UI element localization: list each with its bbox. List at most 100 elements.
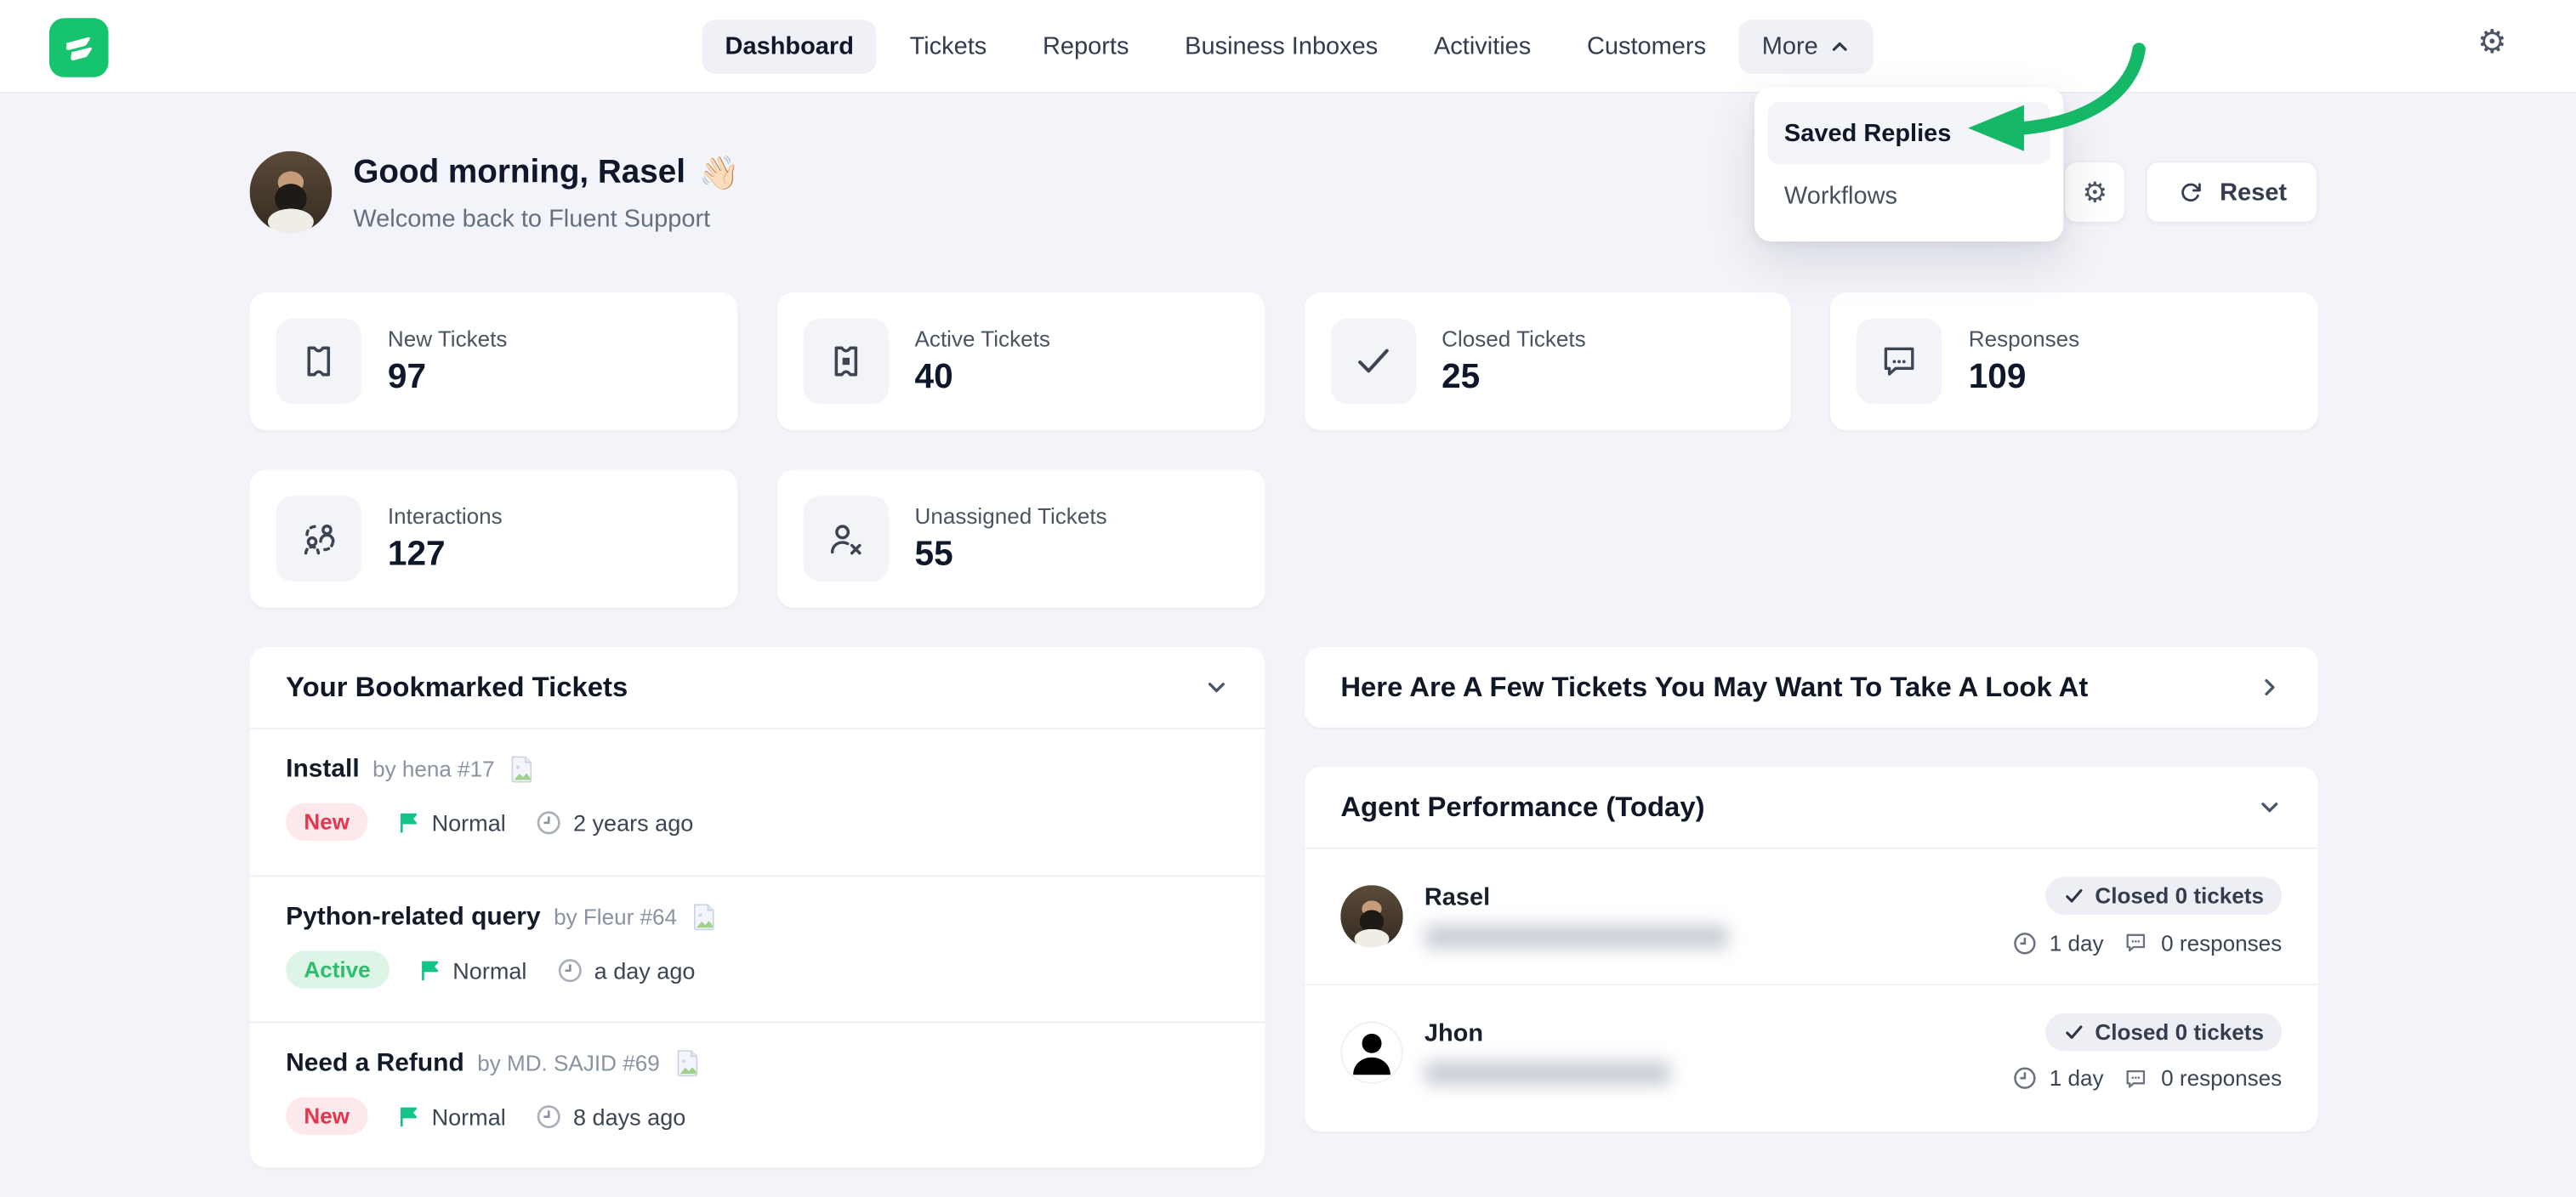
clock-icon — [2013, 1066, 2038, 1091]
refresh-icon — [2177, 179, 2205, 207]
image-attachment-icon — [690, 902, 718, 933]
person-silhouette-icon — [1344, 1024, 1400, 1080]
stat-card-interactions: Interactions 127 — [250, 469, 737, 607]
stat-label: Interactions — [388, 503, 503, 528]
chevron-down-icon[interactable] — [1204, 675, 1229, 700]
greeting-subtitle: Welcome back to Fluent Support — [353, 205, 739, 233]
stats-grid: New Tickets 97 Active Tickets 40 — [250, 292, 2318, 608]
stat-label: Responses — [1969, 326, 2079, 350]
user-avatar — [250, 151, 333, 234]
chevron-right-icon[interactable] — [2257, 675, 2282, 700]
nav-dashboard[interactable]: Dashboard — [702, 20, 877, 74]
nav-activities[interactable]: Activities — [1411, 20, 1554, 74]
stat-card-unassigned-tickets: Unassigned Tickets 55 — [776, 469, 1264, 607]
flag-icon — [397, 810, 420, 833]
clock-icon — [536, 808, 562, 835]
response-time: 1 day — [2050, 1066, 2104, 1091]
dashboard-settings-button[interactable]: ⚙ — [2064, 161, 2126, 223]
nav-business-inboxes[interactable]: Business Inboxes — [1162, 20, 1401, 74]
agent-email-redacted — [1424, 1060, 1671, 1085]
right-column: Here Are A Few Tickets You May Want To T… — [1305, 647, 2318, 1167]
stat-value: 127 — [388, 535, 503, 574]
priority-label: Normal — [432, 1103, 506, 1129]
stat-card-closed-tickets: Closed Tickets 25 — [1304, 292, 1791, 430]
priority-label: Normal — [432, 808, 506, 835]
responses-count: 0 responses — [2161, 1066, 2282, 1091]
chat-bubble-icon — [2124, 1065, 2150, 1092]
person-x-icon — [803, 496, 888, 581]
dashboard-actions: ⚙ Reset — [2064, 161, 2318, 223]
main-nav: Dashboard Tickets Reports Business Inbox… — [702, 0, 1874, 94]
bookmarked-ticket-row[interactable]: Python-related query by Fleur #64 Active — [250, 876, 1265, 1022]
image-attachment-icon — [673, 1047, 701, 1079]
stat-card-new-tickets: New Tickets 97 — [250, 292, 737, 430]
bookmarked-ticket-row[interactable]: Need a Refund by MD. SAJID #69 New — [250, 1022, 1265, 1168]
chevron-up-icon — [1829, 36, 1851, 57]
greeting-text: Good morning, Rasel 👋🏻 Welcome back to F… — [353, 152, 739, 233]
agent-name: Rasel — [1424, 883, 1728, 911]
agent-email-redacted — [1424, 925, 1728, 950]
ticket-title[interactable]: Install — [286, 755, 360, 785]
nav-customers[interactable]: Customers — [1564, 20, 1729, 74]
agent-row: Rasel Closed 0 tickets — [1305, 849, 2318, 984]
nav-more[interactable]: More — [1739, 20, 1874, 74]
agent-performance-header[interactable]: Agent Performance (Today) — [1305, 767, 2318, 849]
status-badge: New — [286, 803, 367, 841]
ticket-meta: by hena #17 — [372, 757, 495, 782]
agent-avatar — [1340, 1021, 1402, 1083]
menu-item-workflows[interactable]: Workflows — [1768, 164, 2050, 226]
stat-value: 109 — [1969, 357, 2079, 396]
menu-item-saved-replies[interactable]: Saved Replies — [1768, 102, 2050, 164]
closed-label: Closed 0 tickets — [2095, 883, 2264, 908]
clock-icon — [556, 956, 583, 983]
responses-count: 0 responses — [2161, 930, 2282, 955]
agent-avatar — [1340, 885, 1402, 947]
dashboard-columns: Your Bookmarked Tickets Install by hena … — [250, 647, 2318, 1167]
stat-card-active-tickets: Active Tickets 40 — [776, 292, 1264, 430]
stat-card-responses: Responses 109 — [1830, 292, 2317, 430]
app: Dashboard Tickets Reports Business Inbox… — [0, 0, 2576, 1197]
bookmarked-ticket-row[interactable]: Install by hena #17 New — [250, 729, 1265, 876]
wave-emoji: 👋🏻 — [698, 152, 739, 193]
check-icon — [2064, 885, 2085, 906]
global-settings-button[interactable]: ⚙ — [2477, 26, 2513, 62]
chat-bubble-icon — [2124, 929, 2150, 956]
stat-label: Closed Tickets — [1442, 326, 1586, 350]
logo-glyph — [60, 30, 96, 65]
closed-label: Closed 0 tickets — [2095, 1019, 2264, 1044]
check-icon — [1330, 319, 1415, 404]
ticket-active-icon — [803, 319, 888, 404]
gear-icon: ⚙ — [2477, 25, 2507, 60]
check-icon — [2064, 1021, 2085, 1042]
nav-more-label: More — [1762, 33, 1818, 61]
stat-label: Unassigned Tickets — [915, 503, 1107, 528]
stat-value: 97 — [388, 357, 508, 396]
gear-icon: ⚙ — [2083, 179, 2107, 207]
ticket-title[interactable]: Python-related query — [286, 903, 540, 933]
chevron-down-icon[interactable] — [2257, 795, 2282, 820]
priority-label: Normal — [452, 956, 526, 983]
clock-icon — [2013, 930, 2038, 955]
fluent-support-logo[interactable] — [49, 18, 109, 77]
nav-reports[interactable]: Reports — [1020, 20, 1152, 74]
people-icon — [276, 496, 361, 581]
ticket-title[interactable]: Need a Refund — [286, 1048, 464, 1078]
response-time: 1 day — [2050, 930, 2104, 955]
clock-icon — [536, 1103, 562, 1129]
stat-value: 55 — [915, 535, 1107, 574]
panel-title: Here Are A Few Tickets You May Want To T… — [1340, 671, 2088, 704]
ticket-icon — [276, 319, 361, 404]
chat-bubble-icon — [1857, 319, 1942, 404]
nav-tickets[interactable]: Tickets — [887, 20, 1010, 74]
ticket-time: 2 years ago — [573, 808, 693, 835]
ticket-meta: by Fleur #64 — [554, 905, 677, 929]
greeting-title-text: Good morning, Rasel — [353, 154, 685, 191]
more-menu: Saved Replies Workflows — [1754, 87, 2063, 241]
reset-button[interactable]: Reset — [2146, 161, 2318, 223]
suggested-tickets-panel[interactable]: Here Are A Few Tickets You May Want To T… — [1305, 647, 2318, 728]
reset-label: Reset — [2220, 179, 2287, 207]
panel-title: Your Bookmarked Tickets — [286, 671, 628, 704]
closed-tickets-badge: Closed 0 tickets — [2045, 877, 2282, 915]
topbar: Dashboard Tickets Reports Business Inbox… — [0, 0, 2576, 94]
bookmarked-tickets-header[interactable]: Your Bookmarked Tickets — [250, 647, 1265, 729]
